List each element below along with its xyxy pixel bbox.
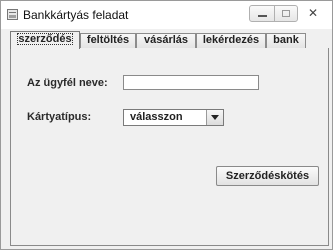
tab-label: vásárlás — [143, 34, 189, 46]
tab-label: szerződés — [17, 33, 73, 45]
tab-feltoltes[interactable]: feltöltés — [80, 33, 136, 48]
window-title: Bankkártyás feladat — [23, 8, 129, 22]
tab-vasarlas[interactable]: vásárlás — [136, 33, 196, 48]
tab-strip: szerződés feltöltés vásárlás lekérdezés … — [10, 31, 329, 49]
card-type-label: Kártyatípus: — [27, 111, 92, 123]
card-type-select[interactable]: válasszon — [123, 109, 224, 126]
maximize-icon — [282, 10, 290, 17]
tab-szerzodes[interactable]: szerződés — [10, 31, 80, 49]
customer-name-label: Az ügyfél neve: — [27, 77, 108, 89]
maximize-button[interactable] — [274, 5, 298, 22]
minimize-button[interactable] — [249, 5, 275, 22]
contract-panel: Az ügyfél neve: Kártyatípus: válasszon S… — [10, 48, 329, 246]
close-icon: ✕ — [307, 6, 319, 20]
minimize-icon — [258, 15, 267, 17]
tab-label: lekérdezés — [202, 34, 260, 46]
tab-label: feltöltés — [86, 34, 130, 46]
tab-bank[interactable]: bank — [266, 33, 306, 48]
close-button[interactable]: ✕ — [302, 5, 324, 22]
contract-submit-button[interactable]: Szerződéskötés — [216, 166, 319, 186]
chevron-down-icon[interactable] — [206, 110, 223, 125]
card-type-selected-value: válasszon — [130, 111, 183, 123]
tab-lekerdezes[interactable]: lekérdezés — [196, 33, 266, 48]
customer-name-input[interactable] — [123, 75, 259, 90]
java-app-icon — [7, 9, 18, 20]
app-window: Bankkártyás feladat ✕ szerződés feltölté… — [0, 0, 333, 250]
tab-label: bank — [273, 34, 299, 46]
title-bar[interactable]: Bankkártyás feladat ✕ — [1, 1, 332, 29]
